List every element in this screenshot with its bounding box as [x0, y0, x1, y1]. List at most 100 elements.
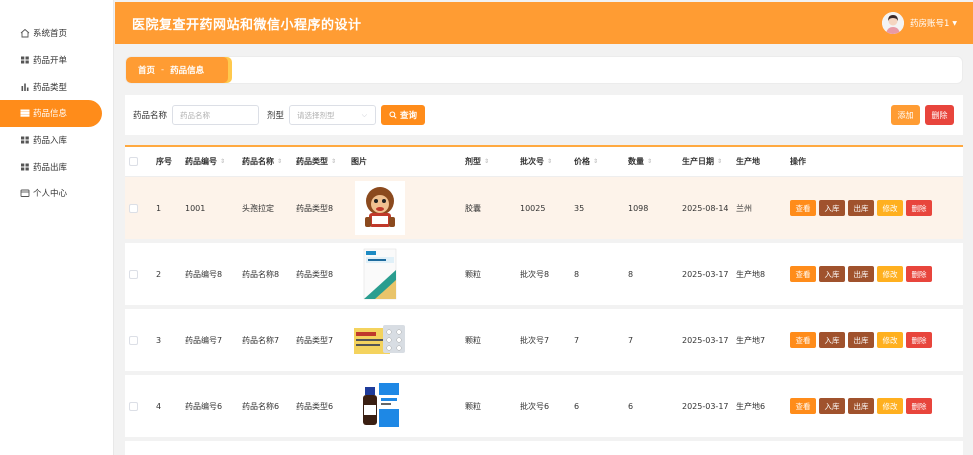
cell-qty: 8 — [628, 269, 634, 279]
drug-image[interactable] — [351, 378, 409, 434]
col-header-label: 批次号 — [520, 157, 544, 166]
delete-button[interactable]: 删除 — [906, 200, 932, 216]
col-header-qty[interactable]: 数量 ⇕ — [628, 156, 682, 167]
edit-button[interactable]: 修改 — [877, 332, 903, 348]
sidebar-item-label: 个人中心 — [33, 189, 68, 200]
sort-icon: ⇕ — [717, 158, 723, 165]
col-header-code[interactable]: 药品编号 ⇕ — [185, 156, 242, 167]
stock-out-button[interactable]: 出库 — [848, 266, 874, 282]
view-button[interactable]: 查看 — [790, 398, 816, 414]
drug-image[interactable] — [351, 180, 409, 236]
sidebar-item-home[interactable]: 系统首页 — [0, 20, 113, 47]
grid-icon — [20, 135, 30, 145]
stock-out-button[interactable]: 出库 — [848, 398, 874, 414]
stock-in-button[interactable]: 入库 — [819, 332, 845, 348]
row-checkbox[interactable] — [129, 335, 138, 345]
view-button[interactable]: 查看 — [790, 332, 816, 348]
drug-table: 序号 药品编号 ⇕ 药品名称 ⇕ 药品类型 ⇕ 图片 剂型 ⇕ 批次号 ⇕ 价格 ⇕ 数量 ⇕… — [125, 145, 963, 455]
cell-batch: 10025 — [520, 203, 546, 213]
col-header-no: 序号 — [156, 157, 172, 166]
col-header-date[interactable]: 生产日期 ⇕ — [682, 156, 736, 167]
stock-out-button[interactable]: 出库 — [848, 332, 874, 348]
sidebar-item-drug-types[interactable]: 药品类型 — [0, 73, 113, 100]
cell-origin: 生产地6 — [736, 401, 766, 411]
stock-in-button[interactable]: 入库 — [819, 266, 845, 282]
cell-form: 胶囊 — [465, 203, 481, 213]
sidebar-item-prescribe[interactable]: 药品开单 — [0, 47, 113, 74]
cell-price: 6 — [574, 401, 580, 411]
cell-name: 药品名称7 — [242, 335, 280, 345]
view-button[interactable]: 查看 — [790, 266, 816, 282]
edit-button[interactable]: 修改 — [877, 266, 903, 282]
row-actions: 查看 入库 出库 修改 删除 — [790, 266, 932, 282]
list-icon — [20, 108, 30, 118]
cell-qty: 1098 — [628, 203, 649, 213]
cell-type: 药品类型8 — [296, 203, 334, 213]
col-header-form[interactable]: 剂型 ⇕ — [465, 156, 520, 167]
cell-code: 1001 — [185, 203, 206, 213]
cell-origin: 生产地7 — [736, 335, 766, 345]
row-checkbox[interactable] — [129, 269, 138, 279]
search-bar: 药品名称 药品名称 剂型 请选择剂型 ⌵ 查询 添加 删除 — [125, 95, 963, 135]
breadcrumb-home[interactable]: 首页 — [138, 64, 155, 76]
cell-no: 4 — [156, 401, 162, 411]
edit-button[interactable]: 修改 — [877, 200, 903, 216]
page-title: 医院复查开药网站和微信小程序的设计 — [132, 17, 362, 33]
row-checkbox[interactable] — [129, 401, 138, 411]
delete-button[interactable]: 删除 — [906, 398, 932, 414]
select-all-checkbox[interactable] — [129, 157, 138, 166]
drug-image[interactable] — [351, 246, 409, 302]
view-button[interactable]: 查看 — [790, 200, 816, 216]
edit-button[interactable]: 修改 — [877, 398, 903, 414]
user-menu[interactable]: 药房账号1 ▼ — [881, 12, 957, 34]
stock-out-button[interactable]: 出库 — [848, 200, 874, 216]
add-button[interactable]: 添加 — [891, 105, 920, 125]
cell-batch: 批次号7 — [520, 335, 550, 345]
table-row[interactable]: 1 1001 头孢拉定 药品类型8 胶囊 10025 35 1098 2025-… — [125, 177, 963, 243]
cell-origin: 兰州 — [736, 203, 752, 213]
row-checkbox[interactable] — [129, 203, 138, 213]
sidebar-item-profile[interactable]: 个人中心 — [0, 180, 113, 207]
cell-name: 头孢拉定 — [242, 203, 274, 213]
delete-button[interactable]: 删除 — [906, 266, 932, 282]
col-header-label: 药品类型 — [296, 157, 328, 166]
stock-in-button[interactable]: 入库 — [819, 200, 845, 216]
col-header-type[interactable]: 药品类型 ⇕ — [296, 156, 351, 167]
chevron-down-icon: ▼ — [952, 19, 957, 27]
cell-type: 药品类型7 — [296, 335, 334, 345]
grid-icon — [20, 55, 30, 65]
sidebar-item-drug-info[interactable]: 药品信息 — [0, 100, 102, 127]
col-header-price[interactable]: 价格 ⇕ — [574, 156, 628, 167]
col-header-label: 药品名称 — [242, 157, 274, 166]
sidebar: 系统首页 药品开单 药品类型 药品信息 药品入库 药品出库 个人中心 — [0, 0, 114, 455]
delete-button[interactable]: 删除 — [906, 332, 932, 348]
search-button-label: 查询 — [400, 111, 418, 121]
dosage-form-select[interactable]: 请选择剂型 ⌵ — [289, 105, 377, 125]
col-header-label: 数量 — [628, 157, 644, 166]
stock-in-button[interactable]: 入库 — [819, 398, 845, 414]
avatar — [881, 12, 904, 34]
sidebar-item-stock-in[interactable]: 药品入库 — [0, 127, 113, 154]
drug-image[interactable] — [351, 312, 409, 368]
drug-name-input[interactable]: 药品名称 — [172, 105, 260, 125]
col-header-label: 剂型 — [465, 157, 481, 166]
col-header-name[interactable]: 药品名称 ⇕ — [242, 156, 296, 167]
batch-delete-button[interactable]: 删除 — [925, 105, 954, 125]
breadcrumb-bar: 首页 - 药品信息 — [125, 56, 963, 84]
row-actions: 查看 入库 出库 修改 删除 — [790, 200, 932, 216]
sidebar-item-stock-out[interactable]: 药品出库 — [0, 153, 113, 180]
col-header-image: 图片 — [351, 157, 367, 166]
table-row[interactable]: 4 药品编号6 药品名称6 药品类型6 颗粒 批次号6 6 6 2025-03-… — [125, 375, 963, 441]
sort-icon: ⇕ — [593, 158, 599, 165]
cell-no: 3 — [156, 335, 162, 345]
breadcrumb-separator: - — [161, 65, 165, 75]
row-actions: 查看 入库 出库 修改 删除 — [790, 332, 932, 348]
search-button[interactable]: 查询 — [381, 105, 426, 125]
sidebar-item-label: 系统首页 — [33, 29, 68, 40]
col-header-label: 生产日期 — [682, 157, 714, 166]
cell-batch: 批次号8 — [520, 269, 550, 279]
table-header: 序号 药品编号 ⇕ 药品名称 ⇕ 药品类型 ⇕ 图片 剂型 ⇕ 批次号 ⇕ 价格 ⇕ 数量 ⇕… — [125, 147, 963, 177]
table-row[interactable]: 2 药品编号8 药品名称8 药品类型8 颗粒 批次号8 8 8 2025-03-… — [125, 243, 963, 309]
col-header-batch[interactable]: 批次号 ⇕ — [520, 156, 574, 167]
table-row[interactable]: 3 药品编号7 药品名称7 药品类型7 颗粒 批次号7 7 7 2025-03-… — [125, 309, 963, 375]
